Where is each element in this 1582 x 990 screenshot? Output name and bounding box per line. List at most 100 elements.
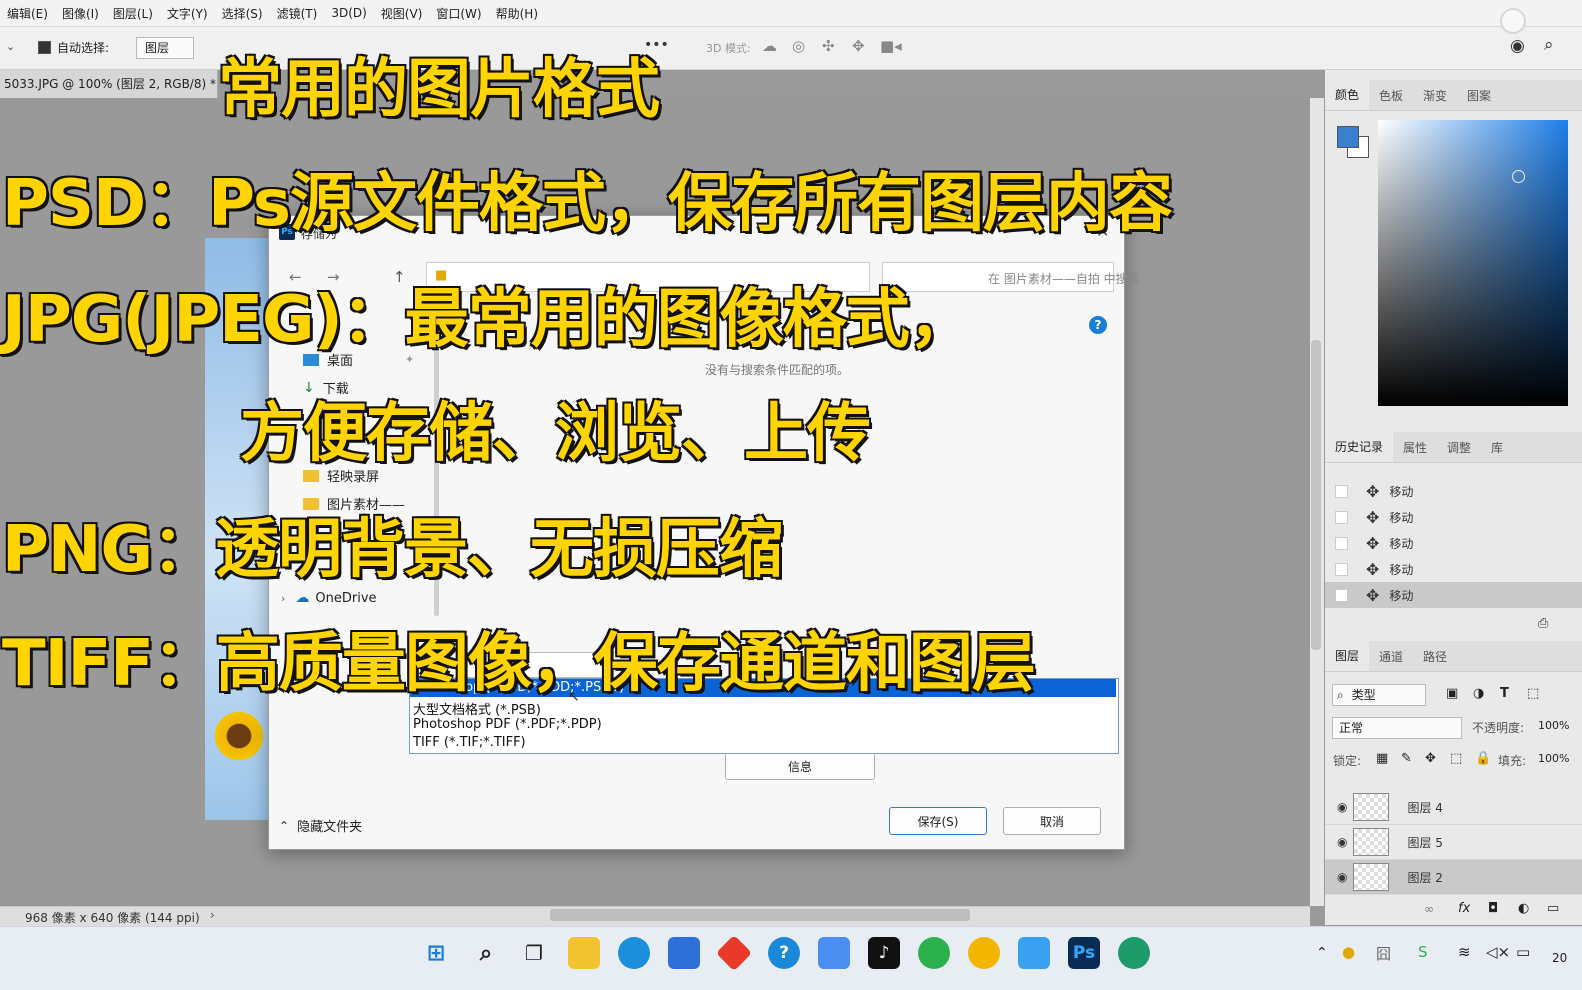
menu-edit[interactable]: 编辑(E) — [0, 5, 55, 22]
layer-row[interactable]: ◉ 图层 4 — [1325, 790, 1582, 825]
new-snapshot-icon[interactable]: ⎙ — [1538, 616, 1548, 631]
fill-value[interactable]: 100% — [1538, 752, 1569, 765]
canvas-vertical-scroll-thumb[interactable] — [1311, 340, 1321, 650]
clock[interactable]: 20 — [1552, 951, 1567, 965]
history-item[interactable]: ✥ 移动 — [1325, 504, 1582, 530]
info-button[interactable]: 信息 — [725, 752, 875, 780]
auto-select-checkbox[interactable] — [38, 41, 51, 54]
filter-type-icon[interactable]: T — [1500, 686, 1509, 701]
tab-properties[interactable]: 属性 — [1393, 439, 1437, 456]
3d-orbit-icon[interactable]: ☁ — [762, 37, 777, 55]
menu-filter[interactable]: 滤镜(T) — [270, 5, 325, 22]
filter-adjustment-icon[interactable]: ◑ — [1473, 686, 1484, 701]
history-checkbox[interactable] — [1335, 484, 1348, 498]
hide-folders-toggle[interactable]: ⌃ 隐藏文件夹 — [279, 816, 362, 836]
dropdown-option-tiff[interactable]: TIFF (*.TIF;*.TIFF) — [413, 735, 526, 750]
menu-window[interactable]: 窗口(W) — [429, 5, 488, 22]
tab-layers[interactable]: 图层 — [1325, 641, 1370, 671]
tray-app-icon[interactable]: ● — [1342, 943, 1355, 961]
app-tiles-icon[interactable] — [1018, 937, 1050, 969]
history-item-selected[interactable]: ✥ 移动 — [1325, 582, 1582, 608]
cancel-button[interactable]: 取消 — [1003, 807, 1101, 835]
tiktok-icon[interactable]: ♪ — [868, 937, 900, 969]
menu-type[interactable]: 文字(Y) — [160, 5, 215, 22]
store-icon[interactable] — [668, 937, 700, 969]
opacity-value[interactable]: 100% — [1538, 719, 1569, 732]
tab-patterns[interactable]: 图案 — [1457, 87, 1501, 104]
history-item[interactable]: ✥ 移动 — [1325, 478, 1582, 504]
menu-layer[interactable]: 图层(L) — [106, 5, 160, 22]
3d-scale-icon[interactable]: ■◂ — [880, 37, 902, 55]
filter-shape-icon[interactable]: ⬚ — [1527, 686, 1539, 701]
tray-s-icon[interactable]: S — [1418, 943, 1428, 961]
3d-pan-icon[interactable]: ✣ — [822, 37, 835, 55]
history-checkbox[interactable] — [1335, 536, 1348, 550]
battery-icon[interactable]: ▭ — [1516, 943, 1530, 961]
tray-chevron-up-icon[interactable]: ⌃ — [1316, 945, 1328, 961]
tab-paths[interactable]: 路径 — [1413, 648, 1457, 665]
user-icon[interactable]: ◉ — [1510, 36, 1525, 56]
menu-image[interactable]: 图像(I) — [55, 5, 106, 22]
tab-history[interactable]: 历史记录 — [1325, 432, 1394, 462]
history-checkbox[interactable] — [1335, 562, 1348, 576]
3d-roll-icon[interactable]: ◎ — [792, 37, 805, 55]
layer-row[interactable]: ◉ 图层 5 — [1325, 825, 1582, 860]
eye-icon[interactable]: ◉ — [1337, 835, 1347, 849]
status-chevron-icon[interactable]: › — [210, 908, 215, 922]
add-mask-icon[interactable]: ◘ — [1488, 901, 1498, 916]
menu-select[interactable]: 选择(S) — [215, 5, 270, 22]
tab-swatches[interactable]: 色板 — [1369, 87, 1413, 104]
help-icon[interactable]: ? — [1089, 316, 1107, 334]
menu-3d[interactable]: 3D(D) — [324, 6, 373, 20]
search-icon[interactable]: ⌕ — [470, 937, 502, 969]
link-layers-icon[interactable]: ∞ — [1424, 902, 1434, 916]
tab-adjustments[interactable]: 调整 — [1437, 439, 1481, 456]
layer-row-selected[interactable]: ◉ 图层 2 — [1325, 860, 1582, 895]
windows-start-icon[interactable]: ⊞ — [420, 937, 452, 969]
eye-icon[interactable]: ◉ — [1337, 800, 1347, 814]
edge-browser-icon[interactable] — [618, 937, 650, 969]
menu-help[interactable]: 帮助(H) — [489, 5, 545, 22]
tray-input-icon[interactable]: 囧 — [1376, 943, 1391, 964]
app-red-icon[interactable] — [715, 934, 753, 972]
history-checkbox[interactable] — [1335, 588, 1348, 602]
layer-filter-select[interactable]: ⌕ 类型 — [1332, 684, 1426, 706]
wifi-icon[interactable]: ≋ — [1458, 943, 1471, 961]
tab-channels[interactable]: 通道 — [1369, 648, 1413, 665]
document-tab[interactable]: 5033.JPG @ 100% (图层 2, RGB/8) * — [0, 70, 218, 98]
history-item[interactable]: ✥ 移动 — [1325, 530, 1582, 556]
new-group-icon[interactable]: ▭ — [1547, 901, 1559, 916]
canvas-horizontal-scroll-thumb[interactable] — [550, 909, 970, 921]
app-blue-icon[interactable] — [818, 937, 850, 969]
help-app-icon[interactable]: ? — [768, 937, 800, 969]
filter-pixel-icon[interactable]: ▣ — [1446, 686, 1458, 701]
history-checkbox[interactable] — [1335, 510, 1348, 524]
auto-select-target-select[interactable]: 图层 — [136, 37, 194, 59]
color-picker-field[interactable] — [1378, 120, 1568, 406]
ps-workspace-icon[interactable] — [1500, 8, 1526, 34]
task-view-icon[interactable]: ❐ — [518, 937, 550, 969]
save-button[interactable]: 保存(S) — [889, 807, 987, 835]
file-explorer-icon[interactable] — [568, 937, 600, 969]
lock-transparent-icon[interactable]: ▦ — [1376, 751, 1388, 766]
tool-preset-chevron-icon[interactable]: ⌄ — [6, 40, 15, 53]
volume-icon[interactable]: ◁× — [1486, 943, 1510, 961]
expand-chevron-icon[interactable]: › — [281, 592, 285, 605]
3d-slide-icon[interactable]: ✥ — [852, 37, 865, 55]
history-item[interactable]: ✥ 移动 — [1325, 556, 1582, 582]
lock-all-icon[interactable]: 🔒 — [1475, 751, 1491, 766]
photoshop-taskbar-icon[interactable]: Ps — [1068, 937, 1100, 969]
dropdown-option-pdf[interactable]: Photoshop PDF (*.PDF;*.PDP) — [413, 717, 602, 732]
adjustment-layer-icon[interactable]: ◐ — [1518, 901, 1529, 916]
tab-gradients[interactable]: 渐变 — [1413, 87, 1457, 104]
lock-position-icon[interactable]: ✥ — [1425, 751, 1436, 766]
blend-mode-select[interactable]: 正常 — [1332, 717, 1462, 739]
search-icon[interactable]: ⌕ — [1544, 35, 1554, 55]
tab-libraries[interactable]: 库 — [1481, 439, 1513, 456]
color-picker-handle[interactable] — [1512, 170, 1525, 183]
fx-icon[interactable]: fx — [1458, 901, 1470, 916]
recorder-app-icon[interactable] — [1118, 937, 1150, 969]
sunflower-app-icon[interactable] — [968, 937, 1000, 969]
wechat-icon[interactable] — [918, 937, 950, 969]
tab-color[interactable]: 颜色 — [1325, 80, 1370, 110]
